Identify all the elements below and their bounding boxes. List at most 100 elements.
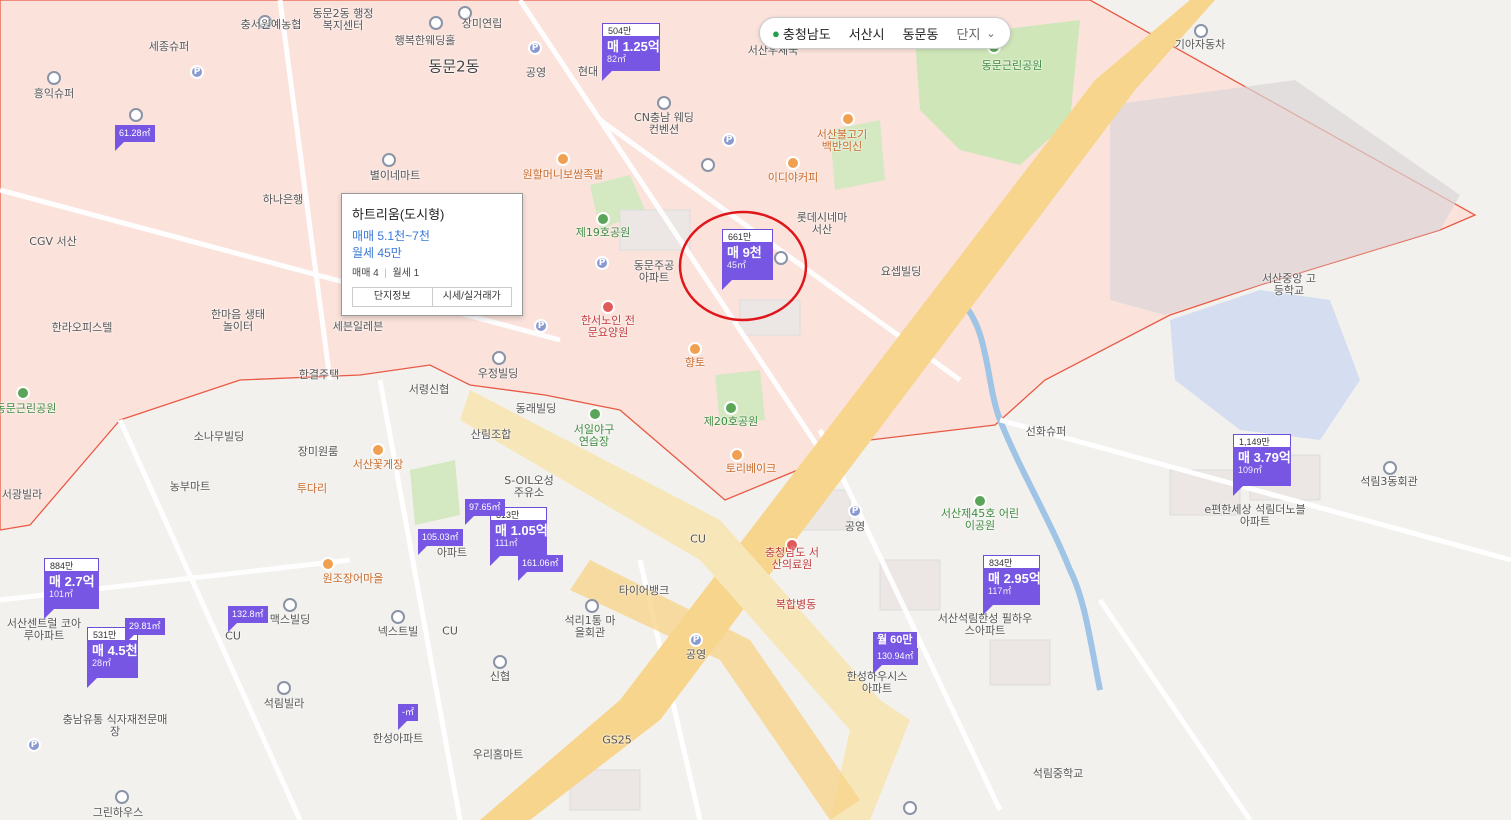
hospital-icon[interactable] [601,300,615,314]
marker-area: 117㎡ [988,586,1012,596]
chevron-down-icon[interactable]: ⌄ [986,27,995,40]
rent-marker[interactable]: 월 60만 [873,632,917,658]
cafe-icon[interactable] [786,156,800,170]
mode-selector[interactable]: 단지 [956,24,980,43]
popup-sale-price: 매매 5.1천~7천 [352,229,430,243]
map-label: 제19호공원 [575,226,631,239]
district-label: 동문2동 [428,57,480,76]
map-label: 서산중앙 고등학교 [1261,272,1317,297]
map-label: 공영 [844,520,866,533]
parking-icon[interactable]: P [689,633,703,647]
map-label: 투다리 [296,482,328,495]
poi-pin[interactable] [429,16,443,30]
province-selector[interactable]: 충청남도 [783,24,831,43]
poi-pin[interactable] [277,681,291,695]
restaurant-icon[interactable] [371,443,385,457]
parking-icon[interactable]: P [190,65,204,79]
area-marker[interactable]: 161.06㎡ [518,555,563,581]
map-label: 이디야커피 [767,171,819,184]
city-selector[interactable]: 서산시 [849,24,885,43]
map-label: 소나무빌딩 [193,430,245,443]
parking-icon[interactable]: P [848,504,862,518]
map-label: 향토 [684,356,706,369]
area-marker[interactable]: 29.81㎡ [125,618,165,644]
parking-icon[interactable]: P [534,319,548,333]
map-label: 동문2동 행정복지센터 [312,7,374,32]
map-label: 서산제45호 어린이공원 [940,507,1020,532]
map-label: 동문근린공원 [981,59,1043,72]
poi-pin[interactable] [493,655,507,669]
map-label: 한결주택 [298,368,340,381]
restaurant-icon[interactable] [321,557,335,571]
poi-pin[interactable] [585,599,599,613]
marker-area: 45㎡ [727,260,747,270]
parking-icon[interactable]: P [528,41,542,55]
poi-pin[interactable] [382,153,396,167]
map-label: 서산센트럴 코아루아파트 [6,617,82,642]
map-label: 충청남도 서산의료원 [764,546,820,571]
area-marker[interactable]: -㎡ [398,704,418,730]
location-pin-icon: ● [772,25,780,41]
restaurant-icon[interactable] [841,112,855,126]
map-label: 요셉빌딩 [880,265,922,278]
poi-pin[interactable] [283,598,297,612]
park-icon[interactable] [16,386,30,400]
poi-pin[interactable] [47,71,61,85]
map-label: S-OIL오성 주유소 [504,474,554,499]
marker-area: 28㎡ [92,658,112,668]
map-label: CU [690,532,706,546]
park-icon[interactable] [973,494,987,508]
map-label: 장미연립 [461,17,503,30]
parking-icon[interactable]: P [27,738,41,752]
region-selector[interactable]: ● 충청남도 서산시 동문동 단지 ⌄ [759,17,1011,49]
map-label: GS25 [602,733,632,747]
price-history-button[interactable]: 시세/실거래가 [431,288,512,306]
poi-pin[interactable] [129,108,143,122]
popup-rent-price: 월세 45만 [352,246,402,260]
popup-rent-count: 월세 1 [392,268,420,279]
marker-area: 101㎡ [49,589,74,599]
park-icon[interactable] [588,407,602,421]
area-marker[interactable]: 97.65㎡ [465,499,505,525]
map-canvas[interactable] [0,0,1511,820]
map-label: 세븐일레븐 [332,320,384,333]
popup-title: 하트리움(도시형) [352,207,445,222]
map-label: 공영 [685,648,707,661]
map-label: 동래빌딩 [515,402,557,415]
poi-pin[interactable] [657,96,671,110]
map-label: 우리홈마트 [472,748,524,761]
map-label: 서산불고기 백반의신 [816,128,868,153]
map-label: 우정빌딩 [477,367,519,380]
map-label: 원할머니보쌈족발 [522,168,604,181]
map-label: 원조장어마을 [322,572,384,585]
marker-area: 109㎡ [1238,465,1263,475]
marker-price-per-area: 661만 [722,229,773,243]
poi-pin[interactable] [391,610,405,624]
district-selector[interactable]: 동문동 [903,24,939,43]
area-marker[interactable]: 61.28㎡ [115,125,155,151]
parking-icon[interactable]: P [722,133,736,147]
map-label: 기아자동차 [1174,38,1226,51]
map-label: 맥스빌딩 [269,613,311,626]
map-label: 동문주공 아파트 [633,259,675,284]
map-label: e편한세상 석림더노블아파트 [1204,503,1306,528]
marker-price-per-area: 504만 [602,23,660,37]
complex-info-button[interactable]: 단지정보 [353,288,432,306]
poi-pin[interactable] [115,790,129,804]
poi-pin[interactable] [492,351,506,365]
map-label: 롯데시네마 서산 [796,211,848,236]
poi-pin[interactable] [903,801,917,815]
map-label: 신협 [489,670,511,683]
restaurant-icon[interactable] [556,152,570,166]
map-label: 장미원룸 [297,445,339,458]
area-marker[interactable]: 132.8㎡ [228,606,268,632]
area-marker[interactable]: 105.03㎡ [418,529,463,555]
complex-popup: 하트리움(도시형) 매매 5.1천~7천 월세 45만 매매 4 | 월세 1 … [341,193,523,316]
poi-pin[interactable] [774,251,788,265]
poi-pin[interactable] [701,158,715,172]
map-label: CGV 서산 [29,235,77,248]
parking-icon[interactable]: P [595,256,609,270]
map-label: 농부마트 [169,480,211,493]
map-label: 한성하우시스 아파트 [846,670,908,695]
map-label: 별이네마트 [369,169,421,182]
